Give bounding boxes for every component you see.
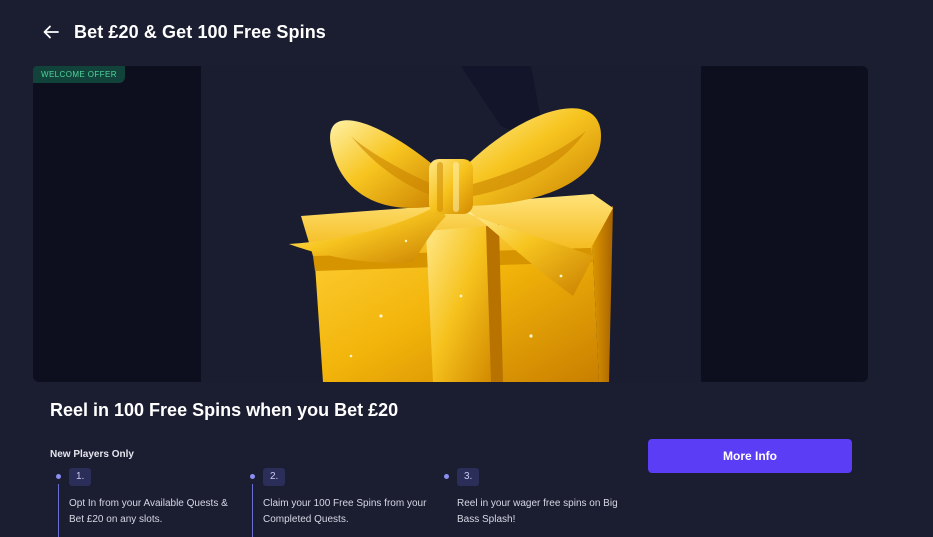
gold-gift-box-icon (289, 66, 613, 382)
step-dot (444, 474, 449, 479)
promo-banner (33, 66, 868, 382)
step-number: 1. (69, 468, 92, 486)
page-title: Bet £20 & Get 100 Free Spins (74, 21, 326, 42)
step-dot (56, 474, 61, 479)
more-info-button[interactable]: More Info (648, 439, 852, 473)
arrow-left-icon (43, 25, 59, 39)
welcome-offer-badge: WELCOME OFFER (33, 66, 125, 83)
promo-heading: Reel in 100 Free Spins when you Bet £20 (50, 400, 399, 420)
step-number: 2. (263, 468, 286, 486)
step-text: Reel in your wager free spins on Big Bas… (457, 498, 618, 525)
eligibility-note: New Players Only (50, 449, 134, 460)
step-text: Claim your 100 Free Spins from your Comp… (263, 498, 427, 525)
page-header: Bet £20 & Get 100 Free Spins (40, 18, 326, 46)
promotion-page: Bet £20 & Get 100 Free Spins WELCOME OFF… (0, 0, 933, 537)
back-button[interactable] (40, 21, 62, 43)
step-line (58, 484, 59, 537)
step-text: Opt In from your Available Quests & Bet … (69, 498, 228, 525)
step-dot (250, 474, 255, 479)
step-line (252, 484, 253, 537)
step-number: 3. (457, 468, 480, 486)
